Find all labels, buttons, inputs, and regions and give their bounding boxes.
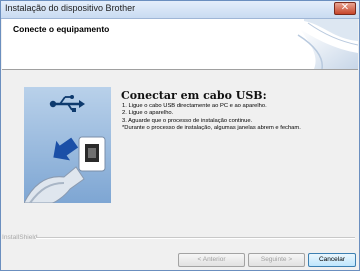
footer-divider: [36, 237, 355, 239]
connection-heading: Conectar em cabo USB:: [121, 89, 267, 102]
back-button[interactable]: < Anterior: [178, 253, 245, 267]
usb-illustration: [24, 87, 111, 203]
title-bar[interactable]: Instalação do dispositivo Brother ✕: [1, 1, 359, 19]
window-title: Instalação do dispositivo Brother: [5, 3, 136, 13]
header-panel: Conecte o equipamento: [2, 19, 358, 70]
page-title: Conecte o equipamento: [13, 24, 110, 34]
instruction-step: 3. Aguarde que o processo de instalação …: [122, 117, 253, 124]
instruction-list: 1. Ligue o cabo USB directamente ao PC e…: [122, 103, 347, 133]
installer-window: Instalação do dispositivo Brother ✕ Cone…: [0, 0, 360, 271]
installshield-label: InstallShield: [2, 234, 38, 241]
cancel-button[interactable]: Cancelar: [308, 253, 356, 267]
instruction-note: *Durante o processo de instalação, algum…: [122, 125, 301, 132]
usb-icon: [49, 95, 85, 112]
close-button[interactable]: ✕: [334, 2, 356, 15]
instruction-step: 2. Ligue o aparelho.: [122, 110, 174, 117]
close-icon: ✕: [340, 2, 350, 13]
header-decoration-icon: [294, 19, 358, 69]
arrow-icon: [53, 137, 79, 161]
instruction-step: 1. Ligue o cabo USB directamente ao PC e…: [122, 103, 267, 109]
next-button[interactable]: Seguinte >: [248, 253, 305, 267]
